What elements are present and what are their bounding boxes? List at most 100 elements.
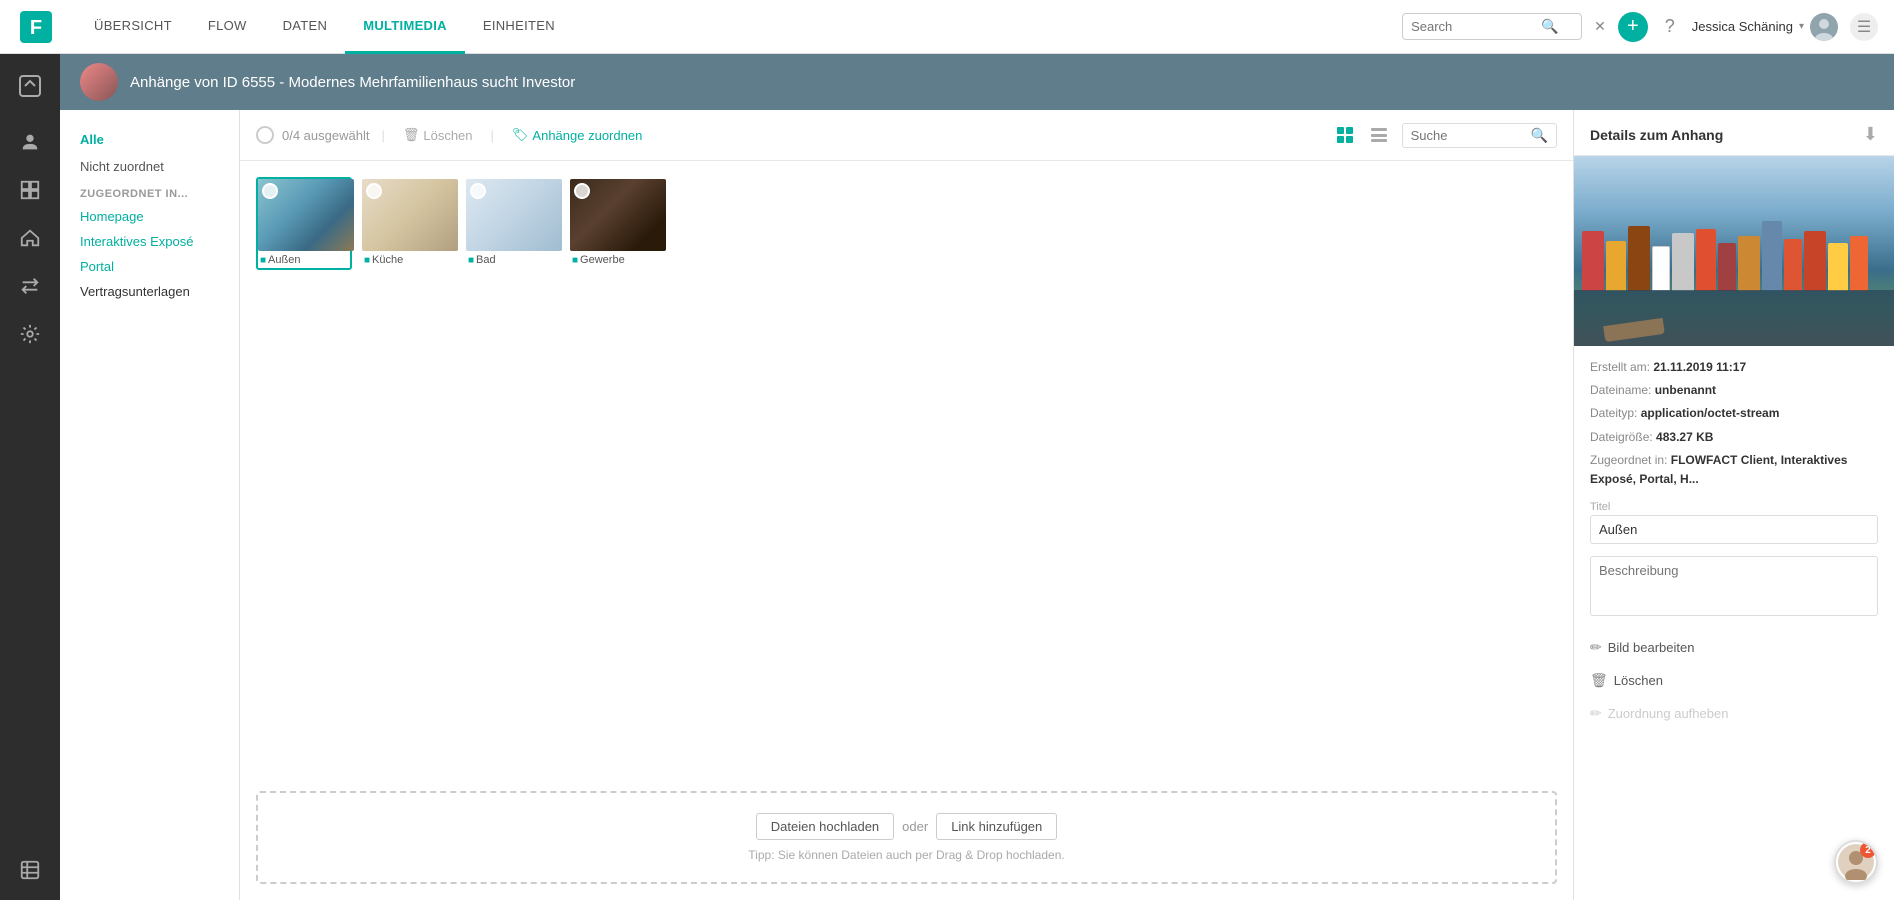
delete-button[interactable]: 🗑 Löschen	[397, 125, 479, 145]
user-menu-chevron-icon: ▾	[1799, 21, 1804, 32]
search-clear-icon[interactable]: ✕	[1590, 18, 1610, 35]
filter-interaktives[interactable]: Interaktives Exposé	[60, 229, 239, 254]
image-label-bad: ■ Bad	[466, 251, 558, 268]
filter-all[interactable]: Alle	[60, 126, 239, 153]
assign-label: Anhänge zuordnen	[532, 128, 642, 143]
chat-badge: 2	[1860, 842, 1876, 858]
image-checkbox-kuche[interactable]	[366, 183, 382, 199]
toolbar-separator-2: |	[491, 128, 494, 143]
action-edit-label: Bild bearbeiten	[1608, 640, 1695, 655]
filter-portal[interactable]: Portal	[60, 254, 239, 279]
nav-einheiten[interactable]: EINHEITEN	[465, 0, 573, 54]
upload-tip-text: Tipp: Sie können Dateien auch per Drag &…	[278, 848, 1535, 862]
body-row: Alle Nicht zuordnet ZUGEORDNET IN... Hom…	[60, 110, 1894, 900]
detail-created-label: Erstellt am:	[1590, 360, 1650, 374]
nav-ubersicht[interactable]: ÜBERSICHT	[76, 0, 190, 54]
detail-created: Erstellt am: 21.11.2019 11:17	[1590, 358, 1878, 377]
sidebar-toggle[interactable]: ☰	[1850, 13, 1878, 41]
filter-not-assigned[interactable]: Nicht zuordnet	[60, 153, 239, 180]
image-card-gewerbe[interactable]: ■ Gewerbe	[568, 177, 664, 270]
download-icon[interactable]: ⬇	[1863, 124, 1878, 145]
image-card-aussen[interactable]: ■ Außen	[256, 177, 352, 270]
action-delete[interactable]: 🗑 Löschen	[1574, 664, 1894, 697]
detail-filename-value: unbenannt	[1655, 383, 1716, 397]
sidebar-item-person[interactable]	[6, 120, 54, 164]
image-label-icon-gewerbe: ■	[572, 255, 578, 266]
top-navigation: F ÜBERSICHT FLOW DATEN MULTIMEDIA EINHEI…	[0, 0, 1894, 54]
help-button[interactable]: ?	[1656, 13, 1684, 41]
image-card-kuche[interactable]: ■ Küche	[360, 177, 456, 270]
detail-assigned: Zugeordnet in: FLOWFACT Client, Interakt…	[1590, 451, 1878, 489]
image-checkbox-aussen[interactable]	[262, 183, 278, 199]
upload-files-button[interactable]: Dateien hochladen	[756, 813, 894, 840]
description-field	[1590, 556, 1878, 619]
page-header: Anhänge von ID 6555 - Modernes Mehrfamil…	[60, 54, 1894, 110]
detail-filename-label: Dateiname:	[1590, 383, 1651, 397]
detail-filesize-value: 483.27 KB	[1656, 430, 1713, 444]
description-textarea[interactable]	[1590, 556, 1878, 616]
action-edit[interactable]: ✏ Bild bearbeiten	[1574, 631, 1894, 664]
image-checkbox-gewerbe[interactable]	[574, 183, 590, 199]
edit-icon: ✏	[1590, 639, 1602, 656]
sidebar-item-grid[interactable]	[6, 168, 54, 212]
detail-created-value: 21.11.2019 11:17	[1653, 360, 1746, 374]
global-search-icon[interactable]: 🔍	[1541, 18, 1558, 35]
title-field-label: Titel	[1590, 501, 1878, 513]
image-label-text-kuche: Küche	[372, 254, 403, 266]
image-search-input[interactable]	[1411, 128, 1531, 143]
search-inline-icon[interactable]: 🔍	[1531, 127, 1548, 144]
select-all-checkbox[interactable]	[256, 126, 274, 144]
upload-controls: Dateien hochladen oder Link hinzufügen	[278, 813, 1535, 840]
assign-button[interactable]: 🏷 Anhänge zuordnen	[506, 125, 648, 145]
filter-vertragsunterlagen[interactable]: Vertragsunterlagen	[60, 279, 239, 304]
icon-sidebar	[0, 54, 60, 900]
user-menu[interactable]: Jessica Schäning ▾	[1692, 13, 1838, 41]
app-logo[interactable]: F	[16, 7, 56, 47]
global-search-input[interactable]	[1411, 19, 1541, 34]
image-thumb-gewerbe	[570, 179, 666, 251]
sidebar-item-table[interactable]	[6, 856, 54, 900]
upload-zone: Dateien hochladen oder Link hinzufügen T…	[256, 791, 1557, 884]
right-panel-title: Details zum Anhang	[1590, 127, 1723, 143]
list-view-button[interactable]	[1364, 120, 1394, 150]
nav-daten[interactable]: DATEN	[265, 0, 346, 54]
trash-icon: 🗑	[403, 127, 420, 143]
image-label-text-aussen: Außen	[268, 254, 300, 266]
center-panel: 0/4 ausgewählt | 🗑 Löschen | 🏷 Anhänge z…	[240, 110, 1574, 900]
sidebar-item-logo[interactable]	[6, 64, 54, 108]
image-search-box: 🔍	[1402, 123, 1557, 148]
tag-icon: 🏷	[512, 127, 529, 143]
image-checkbox-bad[interactable]	[470, 183, 486, 199]
add-button[interactable]: +	[1618, 12, 1648, 42]
image-label-text-gewerbe: Gewerbe	[580, 254, 625, 266]
user-name: Jessica Schäning	[1692, 19, 1793, 34]
upload-or-label: oder	[902, 819, 928, 834]
title-input[interactable]	[1590, 515, 1878, 544]
filter-homepage[interactable]: Homepage	[60, 204, 239, 229]
detail-filesize: Dateigröße: 483.27 KB	[1590, 428, 1878, 447]
detail-filesize-label: Dateigröße:	[1590, 430, 1653, 444]
detail-filename: Dateiname: unbenannt	[1590, 381, 1878, 400]
sidebar-item-home[interactable]	[6, 216, 54, 260]
title-field: Titel	[1590, 501, 1878, 544]
global-search-box: 🔍	[1402, 13, 1582, 40]
nav-multimedia[interactable]: MULTIMEDIA	[345, 0, 465, 54]
sidebar-item-gear[interactable]	[6, 312, 54, 356]
selected-count: 0/4 ausgewählt	[282, 128, 369, 143]
detail-filetype: Dateityp: application/octet-stream	[1590, 404, 1878, 423]
nav-flow[interactable]: FLOW	[190, 0, 265, 54]
image-label-gewerbe: ■ Gewerbe	[570, 251, 662, 268]
image-label-icon-kuche: ■	[364, 255, 370, 266]
image-label-icon-aussen: ■	[260, 255, 266, 266]
image-card-bad[interactable]: ■ Bad	[464, 177, 560, 270]
chat-bubble[interactable]: 2	[1834, 840, 1878, 884]
sidebar-item-swap[interactable]	[6, 264, 54, 308]
add-link-button[interactable]: Link hinzufügen	[936, 813, 1057, 840]
delete-action-icon: 🗑	[1590, 672, 1608, 689]
action-unassign[interactable]: ✏ Zuordnung aufheben	[1574, 697, 1894, 730]
page-title: Anhänge von ID 6555 - Modernes Mehrfamil…	[130, 74, 575, 91]
nav-links: ÜBERSICHT FLOW DATEN MULTIMEDIA EINHEITE…	[76, 0, 1402, 54]
top-nav-right: 🔍 ✕ + ? Jessica Schäning ▾ ☰	[1402, 12, 1878, 42]
grid-view-button[interactable]	[1330, 120, 1360, 150]
action-unassign-label: Zuordnung aufheben	[1608, 706, 1729, 721]
